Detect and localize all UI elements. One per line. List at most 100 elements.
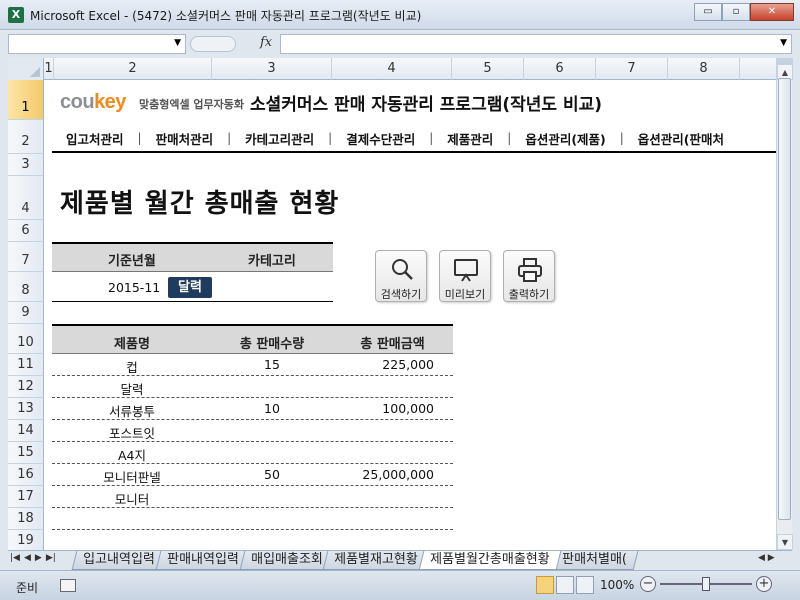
print-button-label: 출력하기 (508, 288, 550, 301)
nav-item-product[interactable]: 제품관리 (433, 129, 507, 148)
column-header[interactable]: 1 (44, 58, 54, 80)
insert-function-icon[interactable]: fx (260, 35, 272, 50)
product-name-cell[interactable]: 포스트잇 (52, 423, 212, 442)
row-header[interactable]: 13 (8, 398, 44, 420)
row-header[interactable]: 10 (8, 324, 44, 354)
minimize-button[interactable]: ▭ (694, 3, 722, 21)
row-header[interactable]: 1 (8, 80, 44, 120)
column-header[interactable]: 7 (596, 58, 668, 80)
close-button[interactable]: ✕ (750, 3, 794, 21)
status-text: 준비 (16, 581, 39, 595)
column-header[interactable]: 3 (212, 58, 332, 80)
calendar-button[interactable]: 달력 (168, 277, 212, 298)
prev-sheet-icon[interactable]: ◀ (24, 553, 31, 563)
row-header[interactable]: 9 (8, 302, 44, 324)
brand-logo-accent: key (94, 91, 126, 113)
preview-button[interactable]: 미리보기 (439, 250, 491, 302)
tab-product-stock[interactable]: 제품별재고현황 (322, 551, 430, 570)
search-button[interactable]: 검색하기 (375, 250, 427, 302)
vertical-scrollbar[interactable]: ▲ ▼ (776, 58, 793, 550)
nav-item-inbound[interactable]: 입고처관리 (52, 129, 138, 148)
amount-cell[interactable]: 25,000,000 (332, 467, 434, 482)
nav-item-option-product[interactable]: 옵션관리(제품) (511, 129, 619, 148)
amount-cell[interactable]: 100,000 (332, 401, 434, 416)
tab-product-monthly-sales[interactable]: 제품별월간총매출현황 (418, 551, 562, 570)
row-header[interactable]: 14 (8, 420, 44, 442)
column-header[interactable]: 2 (54, 58, 212, 80)
tab-sales-entry[interactable]: 판매내역입력 (155, 551, 250, 570)
normal-view-button[interactable] (536, 576, 554, 594)
zoom-out-icon[interactable]: − (640, 576, 656, 592)
row-header[interactable]: 16 (8, 464, 44, 486)
tab-label: 판매처별매( (561, 552, 627, 567)
product-name-cell[interactable]: 달력 (52, 379, 212, 398)
row-header[interactable]: 2 (8, 120, 44, 154)
quantity-cell[interactable]: 15 (212, 357, 332, 372)
row-header[interactable]: 8 (8, 272, 44, 302)
column-header[interactable]: 5 (452, 58, 524, 80)
table-row: 서류봉투 10 100,000 (52, 398, 453, 420)
name-box[interactable]: ▼ (8, 34, 186, 54)
row-header[interactable]: 19 (8, 530, 44, 550)
column-total-amount: 총 판매금액 (360, 337, 425, 352)
zoom-slider-thumb[interactable] (702, 577, 710, 591)
formula-input[interactable]: ▼ (280, 34, 792, 54)
row-header[interactable]: 4 (8, 176, 44, 220)
product-name-cell[interactable]: 모니터판넬 (52, 467, 212, 486)
chevron-down-icon[interactable]: ▼ (174, 38, 181, 48)
column-header[interactable]: 8 (668, 58, 740, 80)
period-input[interactable]: 2015-11 (108, 280, 160, 295)
last-sheet-icon[interactable]: ▶| (46, 553, 56, 563)
macro-record-icon[interactable] (60, 579, 76, 592)
tab-inbound-entry[interactable]: 입고내역입력 (71, 551, 167, 570)
formula-button-group[interactable] (190, 36, 236, 52)
column-product-name: 제품명 (114, 337, 150, 352)
expand-formula-icon[interactable]: ▼ (780, 38, 787, 48)
brand-logo-part: cou (60, 91, 95, 113)
filter-header: 기준년월 카테고리 (52, 242, 333, 272)
row-header[interactable]: 3 (8, 154, 44, 176)
amount-cell[interactable]: 225,000 (332, 357, 434, 372)
next-sheet-icon[interactable]: ▶ (35, 553, 42, 563)
row-header[interactable]: 17 (8, 486, 44, 508)
scroll-thumb[interactable] (778, 78, 791, 520)
scroll-right-icon[interactable]: ▶ (768, 553, 775, 563)
brand-logo: coukey (60, 91, 126, 114)
first-sheet-icon[interactable]: |◀ (10, 553, 20, 563)
table-row: 컵 15 225,000 (52, 354, 453, 376)
row-header[interactable]: 15 (8, 442, 44, 464)
page-layout-view-button[interactable] (556, 576, 574, 594)
nav-item-option-channel[interactable]: 옵션관리(판매처 (624, 129, 738, 148)
column-header[interactable]: 4 (332, 58, 452, 80)
nav-item-payment[interactable]: 결제수단관리 (332, 129, 429, 148)
zoom-level[interactable]: 100% (600, 578, 634, 592)
product-name-cell[interactable]: 서류봉투 (52, 401, 212, 420)
product-name-cell[interactable]: 컵 (52, 357, 212, 376)
print-button[interactable]: 출력하기 (503, 250, 555, 302)
product-name-cell[interactable]: A4지 (52, 445, 212, 464)
nav-item-sales-channel[interactable]: 판매처관리 (142, 129, 228, 148)
sheet-tabs: 입고내역입력 판매내역입력 매입매출조회 제품별재고현황 제품별월간총매출현황 … (71, 551, 638, 571)
tab-purchase-sales-lookup[interactable]: 매입매출조회 (239, 551, 334, 570)
zoom-in-icon[interactable]: + (756, 576, 772, 592)
worksheet-grid[interactable]: 1 2 3 4 5 6 7 8 1 2 3 4 6 7 8 9 10 11 12… (8, 58, 776, 550)
nav-item-category[interactable]: 카테고리관리 (231, 129, 328, 148)
scroll-left-icon[interactable]: ◀ (758, 553, 765, 563)
select-all-corner[interactable] (8, 58, 44, 80)
row-header[interactable]: 12 (8, 376, 44, 398)
scroll-down-icon[interactable]: ▼ (777, 534, 793, 550)
search-button-label: 검색하기 (380, 288, 422, 301)
page-break-view-button[interactable] (576, 576, 594, 594)
row-header[interactable]: 11 (8, 354, 44, 376)
column-header[interactable]: 6 (524, 58, 596, 80)
tab-channel-monthly[interactable]: 판매처별매( (550, 551, 638, 570)
table-header: 제품명 총 판매수량 총 판매금액 (52, 324, 453, 354)
row-header[interactable]: 6 (8, 220, 44, 242)
quantity-cell[interactable]: 10 (212, 401, 332, 416)
restore-button[interactable]: ▫ (722, 3, 750, 21)
excel-icon[interactable]: X (8, 7, 24, 23)
row-header[interactable]: 7 (8, 242, 44, 272)
row-header[interactable]: 18 (8, 508, 44, 530)
product-name-cell[interactable]: 모니터 (52, 489, 212, 508)
quantity-cell[interactable]: 50 (212, 467, 332, 482)
